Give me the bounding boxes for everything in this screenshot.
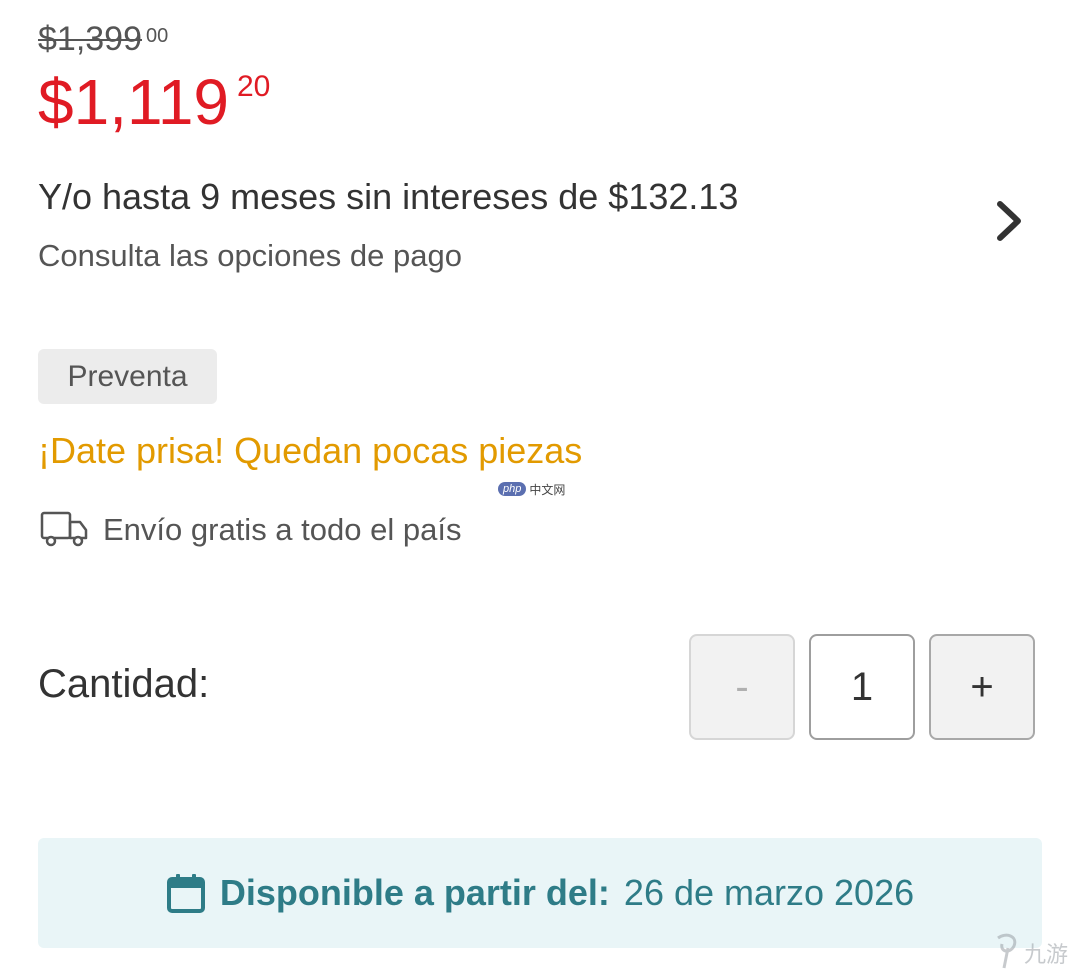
installments-row[interactable]: Y/o hasta 9 meses sin intereses de $132.…: [0, 160, 1080, 290]
original-price-main: $1,399: [38, 20, 142, 58]
installments-title: Y/o hasta 9 meses sin intereses de $132.…: [38, 176, 739, 217]
free-shipping-text: Envío gratis a todo el país: [103, 512, 462, 547]
quantity-input[interactable]: 1: [809, 634, 915, 740]
availability-banner: Disponible a partir del: 26 de marzo 202…: [38, 838, 1042, 948]
calendar-icon: [166, 874, 205, 913]
presale-badge-label: Preventa: [67, 359, 188, 393]
current-price: $1,119 20: [38, 70, 270, 134]
presale-badge: Preventa: [38, 349, 217, 404]
corner-watermark-logo: 九游: [997, 933, 1068, 969]
urgency-message: ¡Date prisa! Quedan pocas piezas: [38, 430, 583, 471]
current-price-main: $1,119: [38, 66, 229, 138]
original-price-cents: 00: [146, 25, 169, 47]
original-price: $1,399 00: [38, 22, 168, 56]
svg-text:九游: 九游: [1024, 943, 1068, 968]
quantity-label: Cantidad:: [38, 662, 210, 706]
quantity-decrease-button[interactable]: -: [689, 634, 795, 740]
installments-subtitle: Consulta las opciones de pago: [38, 238, 462, 273]
php-watermark-text: 中文网: [529, 482, 566, 497]
php-watermark-pill: php: [498, 482, 527, 496]
availability-date: 26 de marzo 2026: [623, 872, 915, 913]
truck-icon: [40, 511, 88, 547]
chevron-right-icon[interactable]: [990, 196, 1030, 246]
php-watermark: php 中文网: [498, 478, 584, 500]
quantity-increase-button[interactable]: +: [929, 634, 1035, 740]
current-price-cents: 20: [237, 70, 271, 103]
availability-label: Disponible a partir del:: [219, 872, 610, 913]
